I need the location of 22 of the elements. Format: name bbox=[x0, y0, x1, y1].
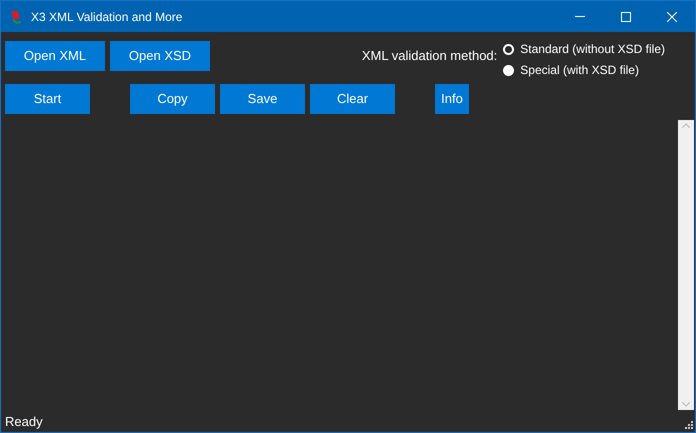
action-button[interactable]: Copy bbox=[130, 84, 215, 114]
scroll-down-icon[interactable] bbox=[682, 402, 690, 407]
close-icon bbox=[667, 12, 677, 22]
scrollbar[interactable] bbox=[678, 120, 694, 410]
radio-option[interactable]: Standard (without XSD file) bbox=[503, 39, 665, 59]
validation-method-label: XML validation method: bbox=[362, 47, 498, 65]
open-button[interactable]: Open XML bbox=[5, 41, 105, 71]
action-button[interactable]: Save bbox=[220, 84, 305, 114]
radio-option[interactable]: Special (with XSD file) bbox=[503, 60, 665, 80]
open-button[interactable]: Open XSD bbox=[110, 41, 210, 71]
action-button[interactable]: Start bbox=[5, 84, 90, 114]
minimize-icon bbox=[575, 16, 585, 17]
status-text: Ready bbox=[5, 412, 43, 431]
action-button[interactable]: Info bbox=[435, 84, 469, 114]
window-title: X3 XML Validation and More bbox=[31, 8, 182, 26]
scroll-up-icon[interactable] bbox=[682, 123, 690, 128]
radio-button[interactable] bbox=[503, 64, 514, 76]
radio-button[interactable] bbox=[503, 44, 514, 54]
app-icon bbox=[8, 8, 24, 24]
action-button[interactable]: Clear bbox=[310, 84, 395, 114]
resize-grip-icon[interactable] bbox=[684, 420, 693, 429]
maximize-icon bbox=[621, 12, 631, 22]
